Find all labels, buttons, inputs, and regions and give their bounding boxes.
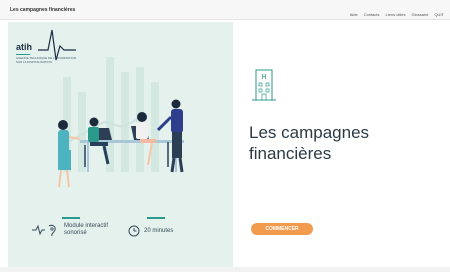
course-title-line2: financières [249, 144, 332, 163]
module-label-line1: Module interactif [64, 223, 109, 229]
bottom-strip [0, 267, 450, 272]
duration-divider [147, 217, 165, 219]
svg-text:H: H [261, 73, 266, 81]
module-label-line2: sonorisé [64, 230, 87, 236]
clock-icon [128, 225, 140, 237]
nav-useful-links-link[interactable]: Liens utiles [386, 12, 406, 17]
duration-info: 20 minutes [128, 225, 173, 237]
course-intro-panel: H Les campagnes financières COMMENCER [233, 22, 450, 267]
nav-contacts-link[interactable]: Contacts [364, 12, 380, 17]
module-divider [62, 217, 80, 219]
course-title-line1: Les campagnes [249, 123, 370, 142]
speaker-ear-icon [32, 224, 56, 237]
nav-quit-link[interactable]: QUIT [434, 12, 444, 17]
atih-logo: atih [16, 42, 33, 52]
logo-underline [16, 54, 30, 55]
module-label: Module interactif sonorisé [64, 223, 108, 237]
nav-glossary-link[interactable]: Glossaire [412, 12, 429, 17]
module-info: Module interactif sonorisé [32, 223, 108, 237]
start-button[interactable]: COMMENCER [251, 223, 313, 235]
top-bar: Les campagnes financières Aide Contacts … [0, 0, 450, 20]
intro-illustration-panel: atih AGENCE TECHNIQUE DE L'INFORMATION S… [8, 22, 233, 267]
app-title: Les campagnes financières [10, 7, 76, 13]
duration-label: 20 minutes [144, 227, 174, 234]
course-title: Les campagnes financières [249, 122, 444, 164]
hospital-building-icon: H [252, 69, 276, 101]
nav-help-link[interactable]: Aide [350, 12, 358, 17]
top-navigation: Aide Contacts Liens utiles Glossaire QUI… [350, 12, 444, 17]
logo-subtitle: AGENCE TECHNIQUE DE L'INFORMATION SUR L'… [16, 56, 76, 64]
